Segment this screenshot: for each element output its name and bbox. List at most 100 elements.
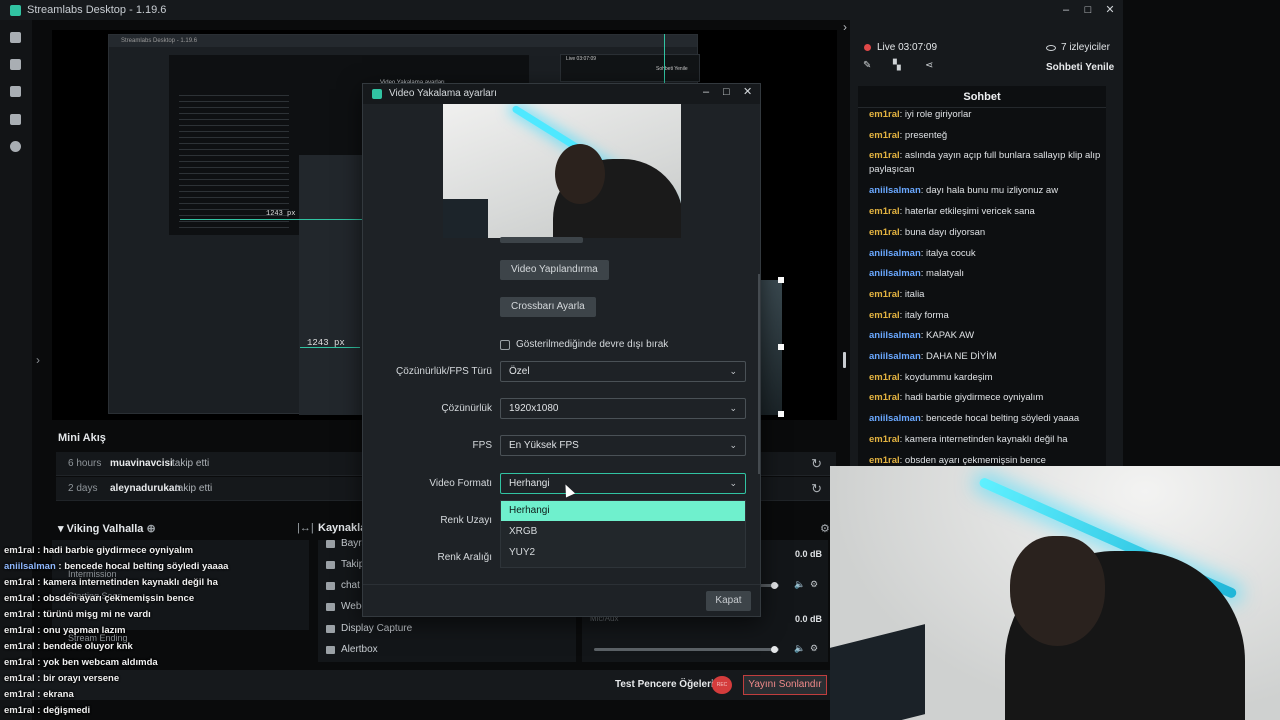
window-title: Streamlabs Desktop - 1.19.6 <box>27 4 167 16</box>
minimize-icon[interactable]: – <box>703 87 709 98</box>
nested-refresh-label: Sohbeti Yenile <box>656 66 688 72</box>
chat-text: obsden ayarı çekmemişsin bence <box>904 454 1046 466</box>
overlay-chat-line: em1ral : hadi barbie giydirmece oyniyalı… <box>4 545 194 556</box>
dropdown-option[interactable]: XRGB <box>501 522 745 542</box>
chat-username[interactable]: em1ral <box>869 434 900 445</box>
volume-slider[interactable] <box>594 648 779 651</box>
source-icon <box>326 560 335 569</box>
source-item[interactable]: Display Capture <box>326 623 412 634</box>
field-label: Video Formatı <box>429 478 492 489</box>
resize-handle[interactable] <box>778 277 784 283</box>
replay-icon[interactable]: ↻ <box>811 456 822 472</box>
resize-handle[interactable] <box>778 411 784 417</box>
volume-knob[interactable] <box>771 582 778 589</box>
chat-username[interactable]: em1ral <box>869 206 900 217</box>
overlay-chat-line: em1ral : yok ben webcam aldımda <box>4 657 158 668</box>
chat-username[interactable]: aniilsalman <box>869 330 921 341</box>
streamlabs-logo-icon <box>10 4 21 16</box>
chat-username[interactable]: em1ral <box>869 130 900 141</box>
share-icon[interactable]: ⋖ <box>925 61 935 71</box>
source-item[interactable]: Takip <box>326 559 364 570</box>
volume-knob[interactable] <box>771 646 778 653</box>
test-widgets-label[interactable]: Test Pencere Öğeleri <box>615 679 714 690</box>
scene-collection-title[interactable]: ▾ Viking Valhalla ⊕ <box>58 522 156 535</box>
collapse-arrow-icon[interactable]: › <box>36 353 40 367</box>
speaker-icon[interactable]: 🔈 <box>794 643 805 654</box>
chat-username[interactable]: em1ral <box>869 310 900 321</box>
chat-message: em1ral: italy forma <box>869 309 949 321</box>
gear-icon[interactable]: ⚙ <box>810 579 818 590</box>
chat-username[interactable]: aniilsalman <box>869 185 921 196</box>
chat-username[interactable]: em1ral <box>869 227 900 238</box>
chat-username[interactable]: aniilsalman <box>869 268 921 279</box>
recording-icon[interactable] <box>10 141 21 152</box>
apps-icon[interactable] <box>10 114 21 125</box>
edit-icon[interactable]: ✎ <box>863 61 873 71</box>
chat-text: italya cocuk <box>926 247 976 259</box>
chat-text: hadi barbie giydirmece oyniyalım <box>904 392 1044 404</box>
dropdown-option[interactable]: YUY2 <box>501 543 745 563</box>
close-icon[interactable]: ✕ <box>743 87 752 98</box>
end-stream-button[interactable]: Yayını Sonlandır <box>743 675 827 695</box>
chat-username[interactable]: em1ral <box>869 372 900 383</box>
chat-username[interactable]: em1ral <box>869 150 900 161</box>
scene-collection-name: Viking Valhalla <box>66 523 144 535</box>
disable-when-hidden-row[interactable]: Gösterilmediğinde devre dışı bırak <box>500 339 668 350</box>
chevron-down-icon: ⌄ <box>729 440 737 450</box>
webcam-icon <box>326 602 335 611</box>
dropdown-option[interactable]: Herhangi <box>501 501 745 521</box>
feed-action: takip etti <box>172 458 210 469</box>
crossbar-button[interactable]: Crossbarı Ayarla <box>500 297 596 317</box>
source-item[interactable]: Webc <box>326 601 366 612</box>
chat-username[interactable]: em1ral <box>869 392 900 403</box>
themes-icon[interactable] <box>10 59 21 70</box>
field-label: FPS <box>472 440 492 451</box>
chat-text: malatyalı <box>926 268 965 280</box>
chat-username[interactable]: aniilsalman <box>869 351 921 362</box>
chevron-down-icon: ⌄ <box>729 366 737 376</box>
resize-handle[interactable] <box>778 344 784 350</box>
chat-message: em1ral: haterlar etkileşimi vericek sana <box>869 206 1035 218</box>
video-format-select[interactable]: Herhangi ⌄ <box>500 473 746 494</box>
record-button[interactable]: REC <box>712 676 732 694</box>
source-item[interactable]: chat <box>326 580 360 591</box>
source-item[interactable]: Bayra <box>326 538 367 549</box>
split-icon[interactable]: |↔| <box>297 522 314 534</box>
minimize-icon[interactable]: – <box>1061 5 1071 16</box>
video-config-button[interactable]: Video Yapılandırma <box>500 260 609 280</box>
fps-select[interactable]: En Yüksek FPS ⌄ <box>500 435 746 456</box>
clip-icon[interactable]: ▚ <box>893 61 903 71</box>
resolution-fps-type-select[interactable]: Özel ⌄ <box>500 361 746 382</box>
resolution-select[interactable]: 1920x1080 ⌄ <box>500 398 746 419</box>
close-button[interactable]: Kapat <box>706 591 751 611</box>
expand-arrow-icon[interactable]: › <box>843 20 847 34</box>
chat-username[interactable]: aniilsalman <box>869 413 921 424</box>
chat-text: DAHA NE DİYİM <box>926 351 997 362</box>
dialog-scrollbar[interactable] <box>758 274 760 474</box>
guide-line <box>300 347 360 348</box>
store-icon[interactable] <box>10 86 21 97</box>
chat-username[interactable]: em1ral <box>869 289 900 300</box>
mixer-settings-icon[interactable]: ⚙ <box>820 522 830 535</box>
add-scene-icon[interactable]: ⊕ <box>146 523 155 535</box>
hidden-button[interactable] <box>500 237 583 243</box>
maximize-icon[interactable]: □ <box>1083 5 1093 16</box>
maximize-icon[interactable]: □ <box>723 87 730 98</box>
disable-when-hidden-checkbox[interactable] <box>500 339 510 350</box>
close-icon[interactable]: ✕ <box>1105 5 1115 16</box>
chat-username[interactable]: aniilsalman <box>869 248 921 259</box>
gear-icon[interactable]: ⚙ <box>810 643 818 654</box>
video-format-dropdown: Herhangi XRGB YUY2 <box>500 500 746 568</box>
source-icon <box>326 539 335 548</box>
scroll-handle[interactable] <box>843 352 846 368</box>
chat-message: em1ral: italia <box>869 288 925 300</box>
chat-username[interactable]: em1ral <box>869 455 900 466</box>
chat-username[interactable]: em1ral <box>869 109 900 120</box>
refresh-chat-button[interactable]: Sohbeti Yenile <box>1046 62 1114 73</box>
source-item[interactable]: Alertbox <box>326 644 378 655</box>
mini-feed-title: Mini Akış <box>58 432 106 444</box>
speaker-icon[interactable]: 🔈 <box>794 579 805 590</box>
overlay-chat-line: em1ral : onu yapman lazım <box>4 625 126 636</box>
replay-icon[interactable]: ↻ <box>811 481 822 497</box>
editor-icon[interactable] <box>10 32 21 43</box>
